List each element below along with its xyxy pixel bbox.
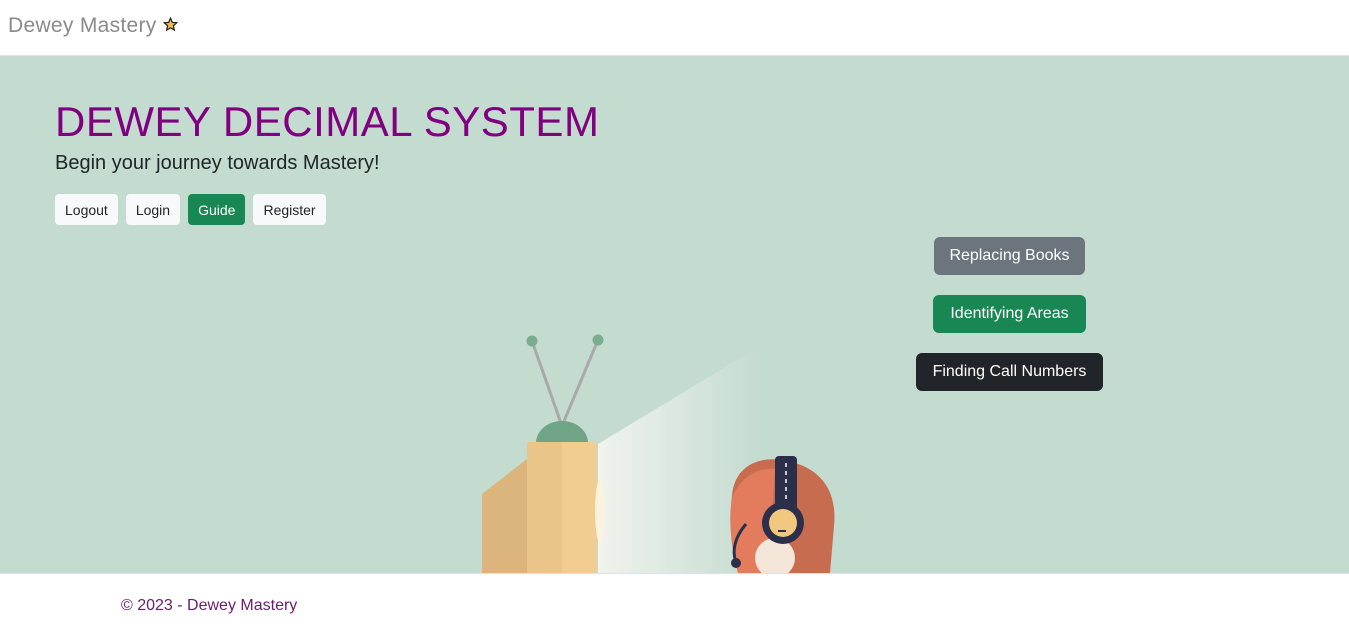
copyright-text: © 2023 - Dewey Mastery: [121, 597, 298, 614]
page-title: DEWEY DECIMAL SYSTEM: [55, 98, 600, 145]
star-icon: [162, 16, 178, 35]
tv-listener-illustration: [482, 334, 835, 573]
brand-name: Dewey Mastery: [8, 14, 157, 37]
tv-antenna-base: [536, 421, 588, 443]
tv-antenna-left: [530, 340, 564, 427]
footer: © 2023 - Dewey Mastery: [0, 573, 1349, 639]
logout-button[interactable]: Logout: [55, 194, 118, 225]
auth-button-group: Logout Login Guide Register: [55, 194, 326, 225]
top-navbar: Dewey Mastery: [0, 0, 1349, 56]
finding-call-numbers-button[interactable]: Finding Call Numbers: [916, 353, 1103, 391]
register-button[interactable]: Register: [253, 194, 326, 225]
brand-link[interactable]: Dewey Mastery: [8, 14, 178, 38]
identifying-areas-button[interactable]: Identifying Areas: [933, 295, 1086, 333]
tv-antenna-right: [560, 339, 600, 427]
guide-button[interactable]: Guide: [188, 194, 246, 225]
login-button[interactable]: Login: [125, 194, 181, 225]
tv-side: [482, 459, 527, 573]
replacing-books-button[interactable]: Replacing Books: [934, 237, 1085, 275]
hero-section: DEWEY DECIMAL SYSTEM Begin your journey …: [0, 56, 1349, 573]
page-subtitle: Begin your journey towards Mastery!: [55, 152, 380, 174]
